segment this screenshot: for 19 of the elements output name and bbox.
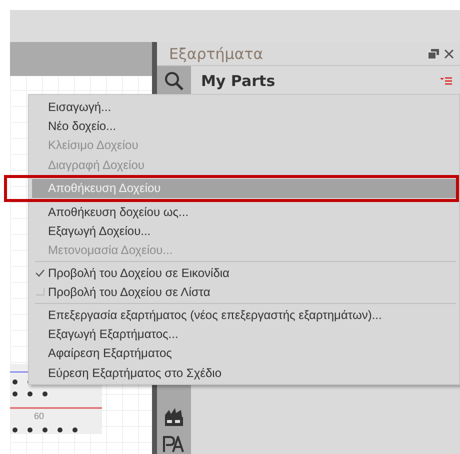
search-icon bbox=[164, 71, 184, 91]
menu-item[interactable]: Εξαγωγή Εξαρτήματος... bbox=[32, 324, 456, 344]
menu-item[interactable]: Προβολή του Δοχείου σε Εικονίδια bbox=[32, 263, 456, 283]
menu-item[interactable]: Εισαγωγή... bbox=[32, 97, 456, 116]
search-button[interactable] bbox=[157, 66, 191, 96]
menu-item[interactable]: Εύρεση Εξαρτήματος στο Σχέδιο bbox=[32, 363, 456, 382]
menu-item[interactable]: Εξαγωγή Δοχείου... bbox=[32, 221, 456, 241]
ruler-label: 60 bbox=[34, 411, 44, 421]
menu-item[interactable]: Προβολή του Δοχείου σε Λίστα bbox=[32, 282, 456, 302]
close-icon[interactable] bbox=[444, 48, 454, 58]
menu-item[interactable]: Αφαίρεση Εξαρτήματος bbox=[32, 344, 456, 364]
menu-item[interactable]: Αποθήκευση δοχείου ως... bbox=[32, 202, 456, 222]
panel-title: Εξαρτήματα bbox=[168, 44, 264, 62]
menu-icon[interactable] bbox=[440, 76, 452, 86]
menu-item[interactable]: Επεξεργασία εξαρτήματος (νέος επεξεργαστής εξαρτημάτων)... bbox=[32, 304, 456, 324]
pa-icon[interactable] bbox=[163, 436, 185, 452]
menu-item[interactable]: Νέο δοχείο... bbox=[32, 116, 456, 136]
float-icon[interactable] bbox=[428, 48, 439, 58]
bin-title: My Parts bbox=[200, 72, 276, 90]
